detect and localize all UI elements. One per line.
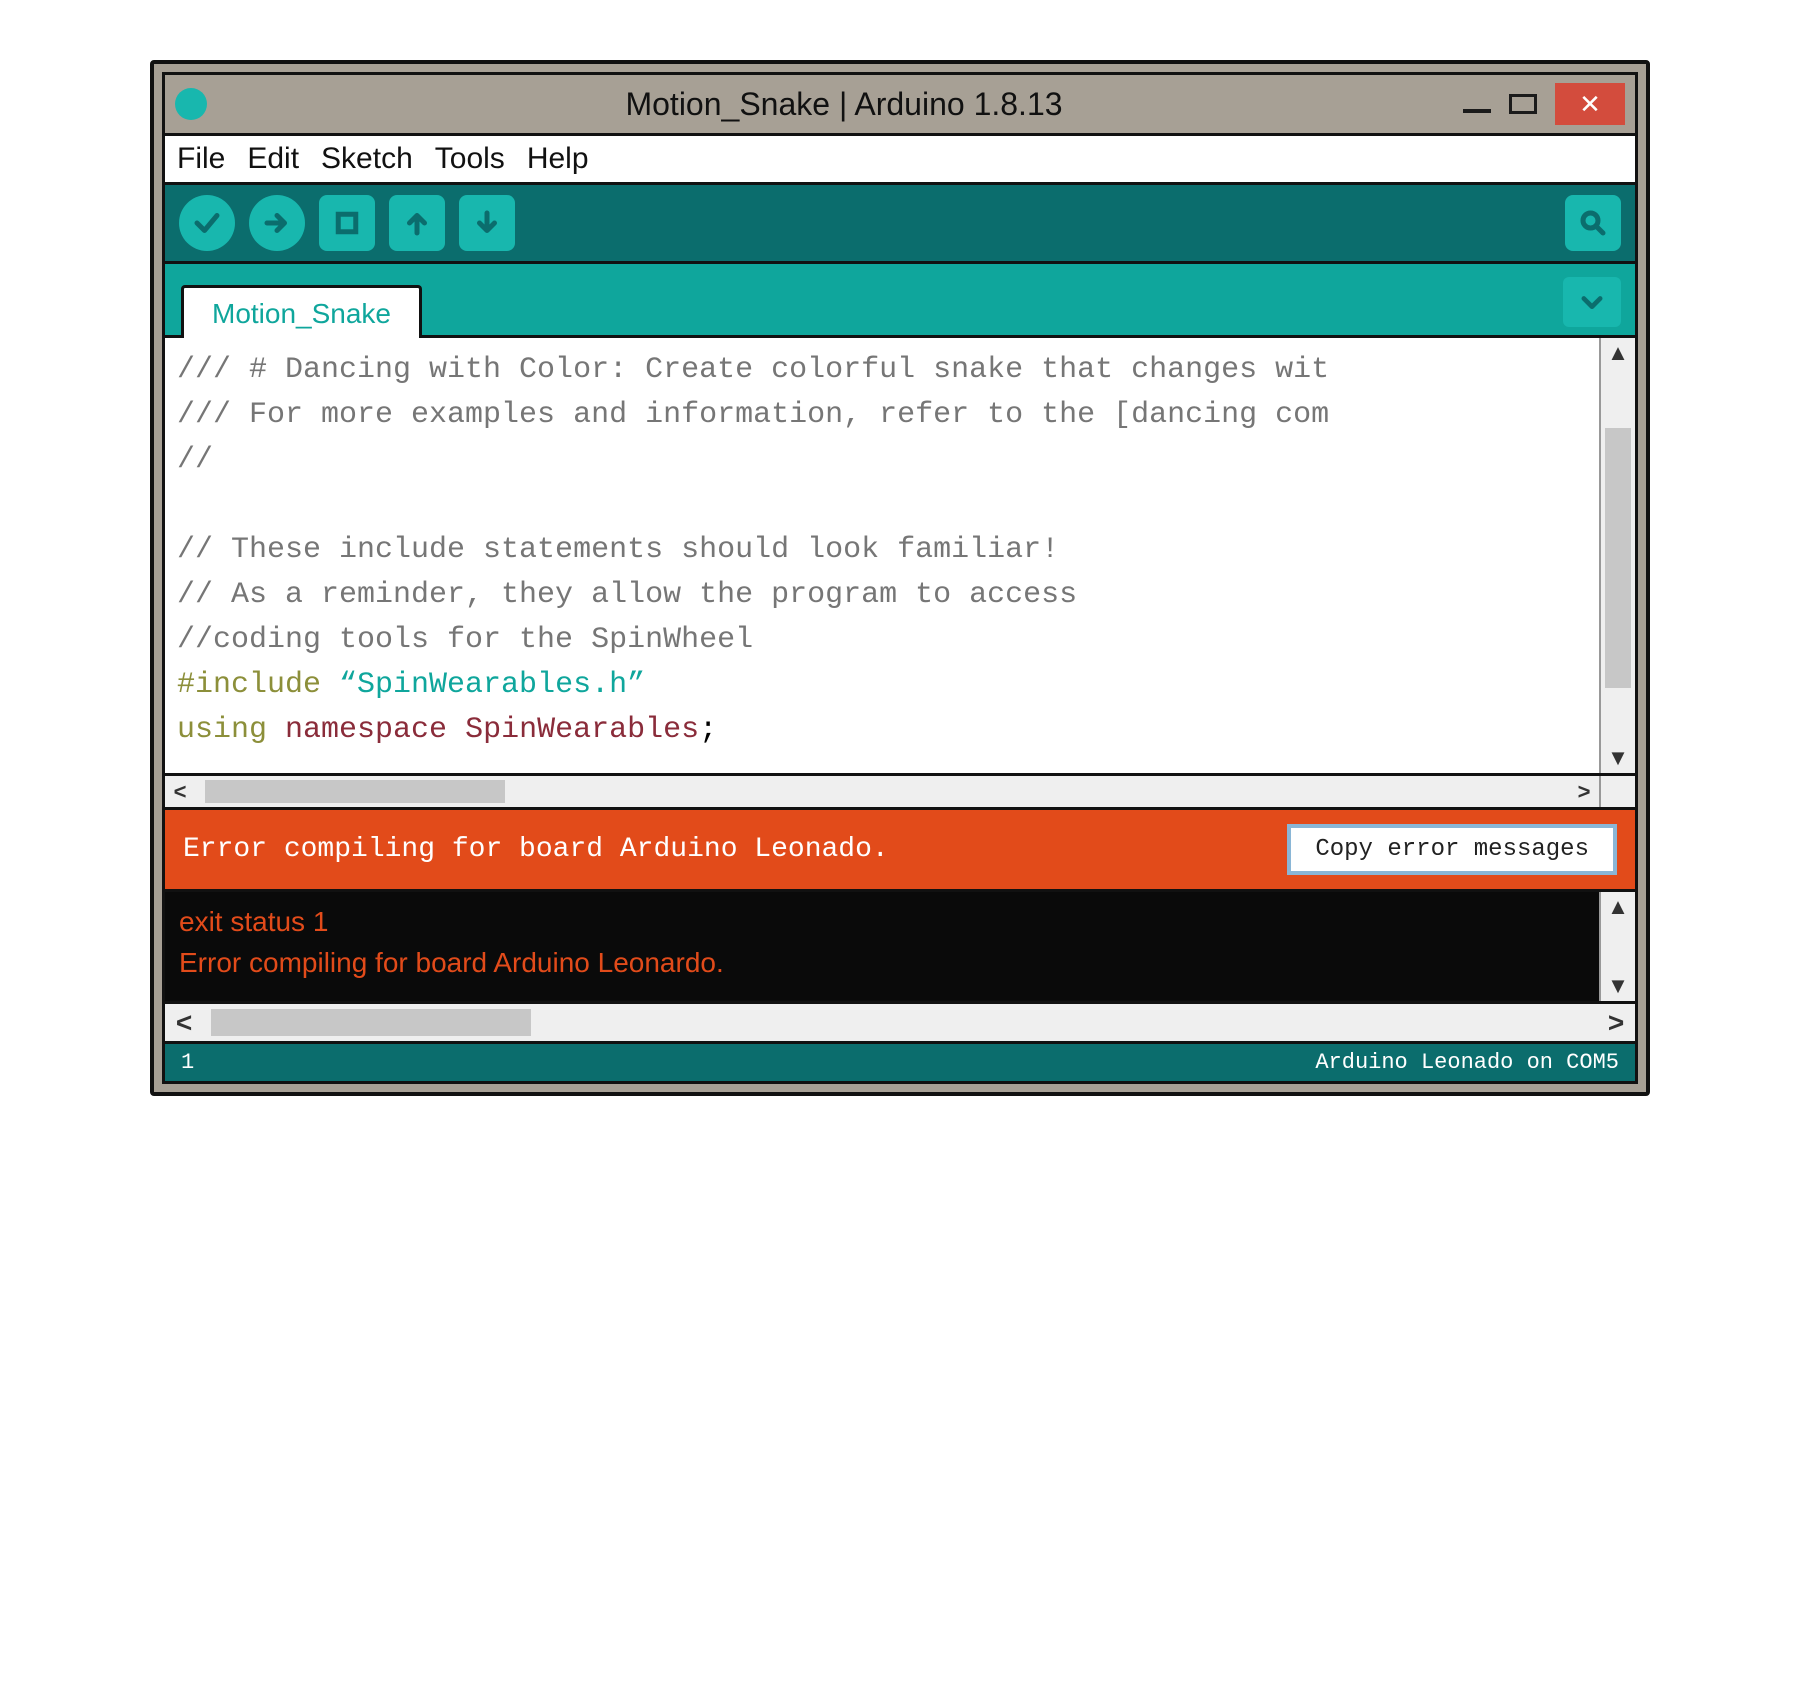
editor-horizontal-scrollbar[interactable]: < >: [162, 776, 1638, 810]
app-window: Motion_Snake | Arduino 1.8.13 ✕ File Edi…: [150, 60, 1650, 1096]
arrow-down-icon: [472, 208, 502, 238]
upload-button[interactable]: [249, 195, 305, 251]
window-controls: ✕: [1463, 83, 1625, 125]
board-port-status: Arduino Leonado on COM5: [1315, 1050, 1619, 1075]
editor-vertical-scrollbar[interactable]: ▲ ▼: [1599, 338, 1635, 773]
verify-button[interactable]: [179, 195, 235, 251]
scroll-corner: [1599, 776, 1635, 807]
scroll-left-icon[interactable]: <: [165, 1007, 203, 1039]
minimize-button[interactable]: [1463, 109, 1491, 113]
scroll-thumb[interactable]: [1605, 428, 1631, 688]
menu-tools[interactable]: Tools: [435, 142, 505, 176]
error-message: Error compiling for board Arduino Leonad…: [183, 834, 889, 865]
scroll-right-icon[interactable]: >: [1597, 1007, 1635, 1039]
scroll-up-icon[interactable]: ▲: [1607, 894, 1629, 920]
code-line: using namespace SpinWearables;: [177, 708, 1587, 753]
arrow-right-icon: [262, 208, 292, 238]
menu-help[interactable]: Help: [527, 142, 589, 176]
hscroll-thumb[interactable]: [211, 1009, 531, 1036]
check-icon: [192, 208, 222, 238]
line-number: 1: [181, 1050, 194, 1075]
menu-edit[interactable]: Edit: [247, 142, 299, 176]
window-title: Motion_Snake | Arduino 1.8.13: [225, 86, 1463, 123]
console-line: exit status 1: [179, 902, 1585, 943]
maximize-button[interactable]: [1509, 94, 1537, 114]
scroll-down-icon[interactable]: ▼: [1607, 973, 1629, 999]
menu-sketch[interactable]: Sketch: [321, 142, 413, 176]
error-banner: Error compiling for board Arduino Leonad…: [162, 810, 1638, 892]
arrow-up-icon: [402, 208, 432, 238]
code-line: //: [177, 438, 1587, 483]
chevron-down-icon: [1578, 288, 1606, 316]
hscroll-thumb[interactable]: [205, 780, 505, 803]
editor-wrap: /// # Dancing with Color: Create colorfu…: [162, 338, 1638, 776]
file-icon: [332, 208, 362, 238]
tab-bar: Motion_Snake: [162, 264, 1638, 338]
console-vertical-scrollbar[interactable]: ▲ ▼: [1599, 892, 1635, 1001]
code-line: /// For more examples and information, r…: [177, 393, 1587, 438]
tab-active[interactable]: Motion_Snake: [181, 285, 422, 338]
code-line: /// # Dancing with Color: Create colorfu…: [177, 348, 1587, 393]
code-line: // As a reminder, they allow the program…: [177, 573, 1587, 618]
code-line: //coding tools for the SpinWheel: [177, 618, 1587, 663]
titlebar: Motion_Snake | Arduino 1.8.13 ✕: [162, 72, 1638, 136]
magnifier-icon: [1578, 208, 1608, 238]
code-line: // These include statements should look …: [177, 528, 1587, 573]
status-bar: 1 Arduino Leonado on COM5: [162, 1044, 1638, 1084]
code-line: [177, 483, 1587, 528]
console-output[interactable]: exit status 1Error compiling for board A…: [165, 892, 1599, 1001]
traffic-light-dot: [175, 88, 207, 120]
code-editor[interactable]: /// # Dancing with Color: Create colorfu…: [165, 338, 1599, 773]
console-horizontal-scrollbar[interactable]: < >: [162, 1004, 1638, 1044]
scroll-up-icon[interactable]: ▲: [1601, 340, 1635, 366]
menu-file[interactable]: File: [177, 142, 225, 176]
menubar: File Edit Sketch Tools Help: [162, 136, 1638, 185]
scroll-down-icon[interactable]: ▼: [1601, 745, 1635, 771]
toolbar: [162, 185, 1638, 264]
tab-menu-button[interactable]: [1563, 277, 1621, 327]
close-button[interactable]: ✕: [1555, 83, 1625, 125]
scroll-left-icon[interactable]: <: [165, 779, 195, 805]
console-wrap: exit status 1Error compiling for board A…: [162, 892, 1638, 1004]
scroll-right-icon[interactable]: >: [1569, 779, 1599, 805]
save-button[interactable]: [459, 195, 515, 251]
code-line: #include “SpinWearables.h”: [177, 663, 1587, 708]
console-line: Error compiling for board Arduino Leonar…: [179, 943, 1585, 984]
serial-monitor-button[interactable]: [1565, 195, 1621, 251]
copy-errors-button[interactable]: Copy error messages: [1287, 824, 1617, 875]
new-button[interactable]: [319, 195, 375, 251]
open-button[interactable]: [389, 195, 445, 251]
